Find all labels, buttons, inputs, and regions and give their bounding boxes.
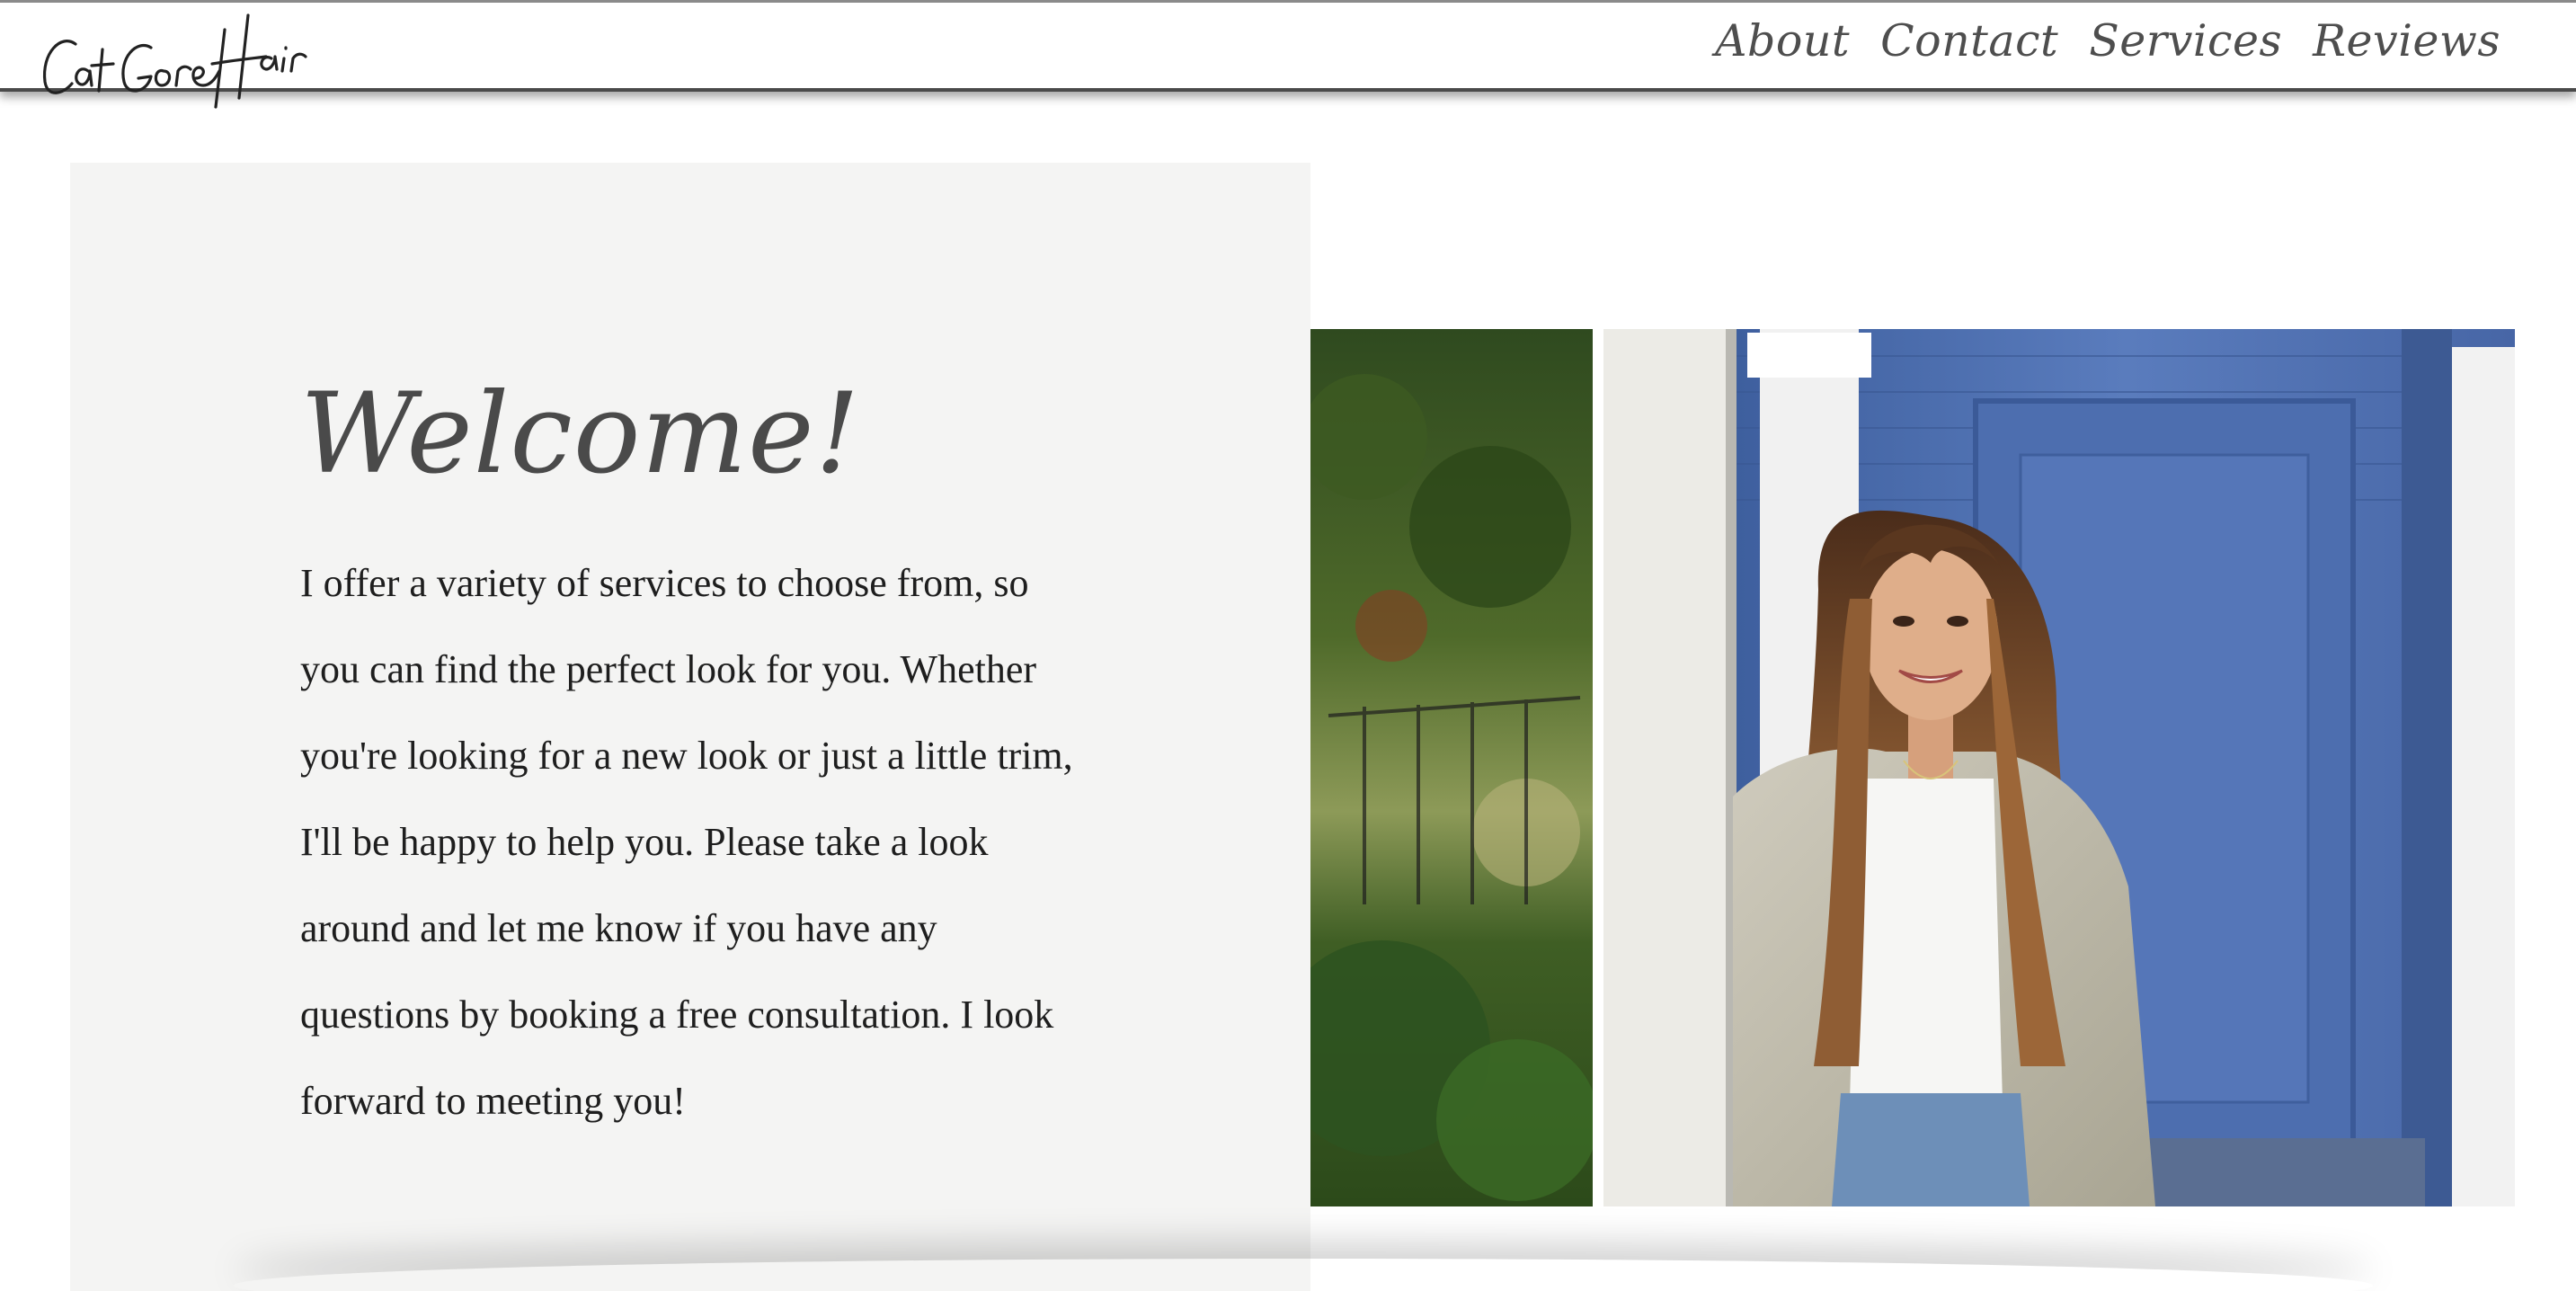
stylist-photo <box>1310 329 2515 1206</box>
logo-script-icon <box>42 13 307 109</box>
welcome-title: Welcome! <box>300 369 861 499</box>
nav-services[interactable]: Services <box>2089 15 2282 67</box>
site-header: About Contact Services Reviews <box>0 0 2576 109</box>
stylist-portrait-photo-icon <box>1310 329 2515 1206</box>
nav-reviews[interactable]: Reviews <box>2313 15 2500 67</box>
nav-contact[interactable]: Contact <box>1880 15 2058 67</box>
welcome-panel: Welcome! I offer a variety of services t… <box>70 163 1310 1291</box>
logo[interactable] <box>36 8 324 109</box>
welcome-body: I offer a variety of services to choose … <box>300 561 1073 1123</box>
main-nav: About Contact Services Reviews <box>1715 15 2500 67</box>
nav-about[interactable]: About <box>1715 15 1850 67</box>
